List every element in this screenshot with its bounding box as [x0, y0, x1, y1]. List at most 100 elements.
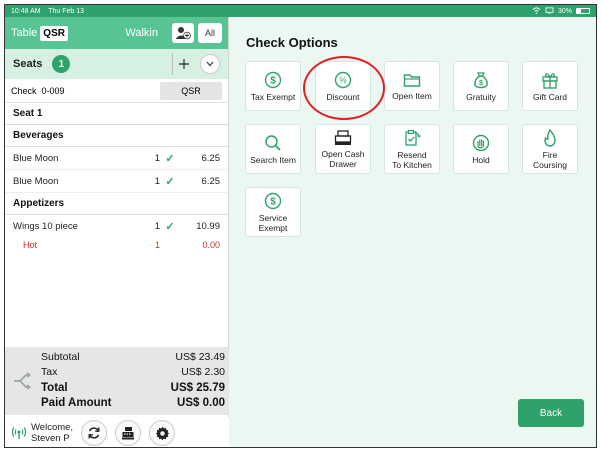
seat-dropdown-button[interactable]: [200, 54, 220, 74]
paid-value: US$ 0.00: [177, 397, 225, 410]
all-button[interactable]: All: [198, 23, 222, 43]
open-item-label: Open Item: [392, 90, 432, 101]
paid-label: Paid Amount: [41, 397, 112, 410]
status-time: 10:48 AM: [11, 7, 41, 15]
order-item[interactable]: Blue Moon 1 ✓ 6.25: [5, 147, 228, 170]
total-value: US$ 25.79: [170, 381, 225, 394]
add-seat-button[interactable]: [172, 53, 194, 75]
gift-card-button[interactable]: Gift Card: [522, 61, 578, 111]
item-price: 6.25: [201, 152, 221, 164]
chevron-down-icon: [206, 61, 214, 67]
search-item-button[interactable]: Search Item: [245, 124, 301, 174]
split-icon: [14, 372, 32, 390]
item-qty: 1: [154, 175, 160, 187]
hand-stop-icon: [472, 134, 490, 151]
category-heading: Appetizers: [5, 193, 228, 215]
order-item[interactable]: Blue Moon 1 ✓ 6.25: [5, 170, 228, 193]
refresh-icon: [88, 427, 100, 439]
gear-icon: [155, 426, 169, 440]
resend-label-2: To Kitchen: [392, 159, 432, 170]
subtotal-value: US$ 23.49: [175, 350, 225, 363]
resend-clipboard-icon: [405, 129, 421, 146]
settings-button[interactable]: [149, 420, 176, 446]
table-value[interactable]: QSR: [40, 25, 68, 41]
check-row: Check 0-009 QSR: [5, 79, 228, 103]
order-panel: Table QSR Walkin All Seats 1 Check 0-009…: [5, 17, 229, 447]
refresh-button[interactable]: [81, 420, 108, 446]
total-row: Total US$ 25.79: [41, 380, 225, 396]
item-name: Wings 10 piece: [13, 221, 78, 232]
gratuity-button[interactable]: $ Gratuity: [453, 61, 509, 111]
item-price: 6.25: [201, 175, 221, 187]
folder-icon: [403, 73, 421, 87]
welcome-text: Welcome, Steven P: [31, 422, 73, 444]
tax-label: Tax: [41, 366, 58, 379]
fire-coursing-button[interactable]: Fire Coursing: [522, 124, 578, 174]
item-name: Blue Moon: [13, 152, 59, 164]
svg-text:$: $: [270, 75, 276, 86]
check-options-title: Check Options: [246, 35, 338, 50]
check-options-panel: Check Options $ Tax Exempt % Discount Op…: [230, 17, 596, 447]
item-price: 10.99: [196, 221, 220, 232]
tax-exempt-button[interactable]: $ Tax Exempt: [245, 61, 301, 111]
paid-row: Paid Amount US$ 0.00: [41, 396, 225, 412]
service-exempt-label-2: Exempt: [258, 222, 288, 233]
seats-bar: Seats 1: [5, 49, 228, 79]
tax-exempt-icon: $: [264, 71, 282, 88]
check-icon: ✓: [165, 221, 175, 233]
seat-heading: Seat 1: [5, 103, 228, 125]
footer-bar: Welcome, Steven P: [5, 417, 229, 447]
fire-label-1: Fire: [542, 149, 558, 160]
order-item[interactable]: Wings 10 piece 1 ✓ 10.99: [5, 215, 228, 238]
subtotal-row: Subtotal US$ 23.49: [41, 349, 225, 365]
resend-to-kitchen-button[interactable]: Resend To Kitchen: [384, 124, 440, 174]
back-button[interactable]: Back: [518, 399, 584, 427]
svg-text:$: $: [479, 80, 483, 87]
customer-name[interactable]: Walkin: [125, 27, 158, 39]
wifi-icon: [532, 6, 541, 16]
open-cash-drawer-label-2: Drawer: [329, 158, 357, 169]
item-modifier[interactable]: Hot 1 0.00: [5, 238, 228, 252]
battery-percent: 30%: [557, 7, 572, 15]
open-item-button[interactable]: Open Item: [384, 61, 440, 111]
screen-mirror-icon: [545, 6, 554, 16]
gift-card-label: Gift Card: [532, 91, 567, 102]
open-cash-drawer-button[interactable]: Open Cash Drawer: [315, 124, 371, 174]
app-window: 10:48 AM Thu Feb 13 30% Table QSR Walkin…: [4, 4, 597, 448]
service-exempt-button[interactable]: $ Service Exempt: [245, 187, 301, 237]
hold-button[interactable]: Hold: [453, 124, 509, 174]
user-name: Steven P: [31, 433, 70, 444]
svg-text:$: $: [270, 196, 276, 207]
status-bar: 10:48 AM Thu Feb 13 30%: [5, 5, 596, 17]
cash-drawer-icon: [334, 129, 352, 145]
total-label: Total: [41, 381, 68, 394]
money-bag-icon: $: [474, 71, 488, 88]
resend-label-1: Resend: [397, 149, 427, 160]
item-qty: 1: [154, 221, 160, 232]
split-check-button[interactable]: [5, 347, 39, 415]
check-icon: ✓: [165, 152, 175, 165]
add-customer-button[interactable]: [172, 23, 194, 43]
discount-highlight-annotation: [303, 56, 385, 120]
check-type-button[interactable]: QSR: [160, 81, 222, 100]
seat-count-badge[interactable]: 1: [52, 55, 71, 73]
check-number: 0-009: [41, 85, 65, 96]
search-item-label: Search Item: [250, 154, 296, 165]
tax-value: US$ 2.30: [181, 366, 225, 379]
open-cash-drawer-label-1: Open Cash: [321, 148, 365, 159]
fire-label-2: Coursing: [532, 159, 568, 170]
add-user-icon: [175, 27, 191, 40]
totals-panel: Subtotal US$ 23.49 Tax US$ 2.30 Total US…: [5, 347, 229, 415]
battery-icon: [576, 8, 590, 14]
service-exempt-icon: $: [264, 192, 282, 209]
gratuity-label: Gratuity: [466, 91, 496, 102]
check-label: Check: [11, 85, 37, 96]
modifier-name: Hot: [23, 240, 38, 250]
service-exempt-label-1: Service: [258, 212, 288, 223]
tax-exempt-label: Tax Exempt: [250, 91, 296, 102]
cash-register-button[interactable]: [115, 420, 142, 446]
connection-icon: [11, 426, 27, 440]
item-name: Blue Moon: [13, 175, 59, 187]
modifier-price: 0.00: [202, 240, 220, 250]
search-icon: [265, 134, 281, 151]
